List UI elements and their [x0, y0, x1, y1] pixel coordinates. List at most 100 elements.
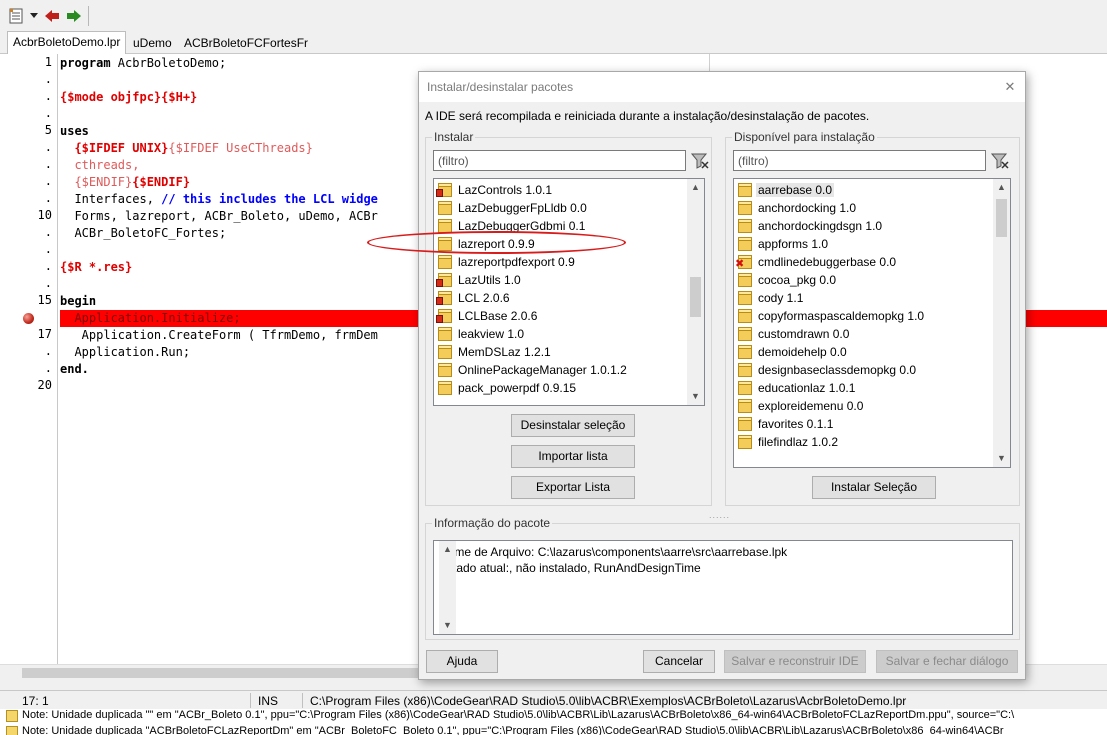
package-item[interactable]: LazUtils 1.0 — [436, 271, 523, 289]
message-line[interactable]: Note: Unidade duplicada "ACBrBoletoFCLaz… — [22, 725, 1004, 735]
code-token: Application.Initialize; — [60, 311, 241, 325]
package-item[interactable]: pack_powerpdf 0.9.15 — [438, 379, 578, 397]
package-item[interactable]: designbaseclassdemopkg 0.0 — [738, 361, 918, 379]
package-name: customdrawn 0.0 — [758, 327, 850, 341]
package-info-label: Informação do pacote — [432, 516, 553, 530]
package-item[interactable]: cocoa_pkg 0.0 — [738, 271, 838, 289]
forward-arrow-icon[interactable] — [66, 7, 82, 25]
editor-tabs: AcbrBoletoDemo.lpr uDemo ACBrBoletoFCFor… — [0, 31, 1107, 55]
document-list-icon[interactable] — [8, 7, 24, 25]
package-item[interactable]: MemDSLaz 1.2.1 — [438, 343, 553, 361]
code-line[interactable]: Application.CreateForm ( TfrmDemo, frmDe… — [60, 327, 378, 344]
uninstall-selection-button[interactable]: Desinstalar seleção — [511, 414, 635, 437]
scrollbar-thumb[interactable] — [690, 277, 701, 317]
back-arrow-icon[interactable] — [44, 7, 60, 25]
tab-acbrboletofcfortesfr[interactable]: ACBrBoletoFCFortesFr — [179, 33, 313, 54]
package-item[interactable]: aarrebase 0.0 — [738, 181, 835, 199]
chevron-down-icon[interactable] — [28, 7, 40, 25]
filter-clear-icon[interactable] — [688, 150, 712, 171]
line-number: . — [44, 259, 52, 273]
scroll-down-icon[interactable]: ▼ — [993, 450, 1010, 467]
package-info-memo[interactable]: Nome de Arquivo: C:\lazarus\components\a… — [433, 540, 1013, 635]
scroll-down-icon[interactable]: ▼ — [687, 388, 704, 405]
available-group-label: Disponível para instalação — [732, 130, 877, 144]
package-item[interactable]: lazreport 0.9.9 — [438, 235, 537, 253]
package-name: anchordocking 1.0 — [758, 201, 857, 215]
scroll-up-icon[interactable]: ▲ — [687, 179, 704, 196]
package-item[interactable]: customdrawn 0.0 — [738, 325, 851, 343]
code-line[interactable]: ACBr_BoletoFC_Fortes; — [60, 225, 226, 242]
code-line[interactable]: Application.Initialize; — [60, 310, 241, 327]
code-line[interactable]: {$mode objfpc}{$H+} — [60, 89, 197, 106]
package-item[interactable]: LazDebuggerGdbmi 0.1 — [438, 217, 587, 235]
package-info-group: Informação do pacote Nome de Arquivo: C:… — [425, 516, 1020, 640]
package-item[interactable]: appforms 1.0 — [738, 235, 830, 253]
package-icon — [738, 399, 753, 413]
package-item[interactable]: ✖ cmdlinedebuggerbase 0.0 — [735, 253, 898, 271]
line-number: . — [44, 276, 52, 290]
package-item[interactable]: OnlinePackageManager 1.0.1.2 — [438, 361, 629, 379]
code-line[interactable]: begin — [60, 293, 96, 310]
code-line[interactable]: cthreads, — [60, 157, 139, 174]
package-item[interactable]: anchordocking 1.0 — [738, 199, 858, 217]
package-item[interactable]: lazreportpdfexport 0.9 — [438, 253, 577, 271]
package-item[interactable]: LCLBase 2.0.6 — [436, 307, 539, 325]
package-item[interactable]: cody 1.1 — [738, 289, 805, 307]
line-number: . — [44, 344, 52, 358]
installed-packages-list[interactable]: pack_powerpdf 0.9.15 OnlinePackageManager… — [433, 178, 705, 406]
install-selection-button[interactable]: Instalar Seleção — [812, 476, 936, 499]
code-line[interactable]: {$R *.res} — [60, 259, 132, 276]
package-item[interactable]: favorites 0.1.1 — [738, 415, 835, 433]
package-item[interactable]: copyformaspascaldemopkg 1.0 — [738, 307, 926, 325]
package-item[interactable]: leakview 1.0 — [438, 325, 526, 343]
scrollbar-thumb[interactable] — [22, 668, 432, 678]
scroll-up-icon[interactable]: ▲ — [993, 179, 1010, 196]
export-list-button[interactable]: Exportar Lista — [511, 476, 635, 499]
code-token: Forms, lazreport, ACBr_Boleto, uDemo, AC… — [60, 209, 378, 223]
install-packages-dialog: Instalar/desinstalar pacotes ✕ A IDE ser… — [418, 71, 1026, 680]
package-item[interactable]: LCL 2.0.6 — [436, 289, 512, 307]
import-list-button[interactable]: Importar lista — [511, 445, 635, 468]
code-line[interactable]: {$IFDEF UNIX}{$IFDEF UseCThreads} — [60, 140, 312, 157]
save-rebuild-button[interactable]: Salvar e reconstruir IDE — [724, 650, 866, 673]
close-icon[interactable]: ✕ — [995, 72, 1025, 102]
package-name: cody 1.1 — [758, 291, 804, 305]
splitter-handle[interactable]: ...... — [709, 510, 730, 520]
package-icon — [738, 381, 753, 395]
scroll-up-icon[interactable]: ▲ — [439, 541, 456, 558]
tab-udemo[interactable]: uDemo — [128, 33, 177, 54]
code-line[interactable]: end. — [60, 361, 89, 378]
scrollbar-thumb[interactable] — [996, 199, 1007, 237]
package-icon — [738, 417, 753, 431]
package-item[interactable]: LazDebuggerFpLldb 0.0 — [438, 199, 589, 217]
package-item[interactable]: LazControls 1.0.1 — [436, 181, 554, 199]
cancel-button[interactable]: Cancelar — [643, 650, 715, 673]
tab-acbrboletodemo[interactable]: AcbrBoletoDemo.lpr — [7, 31, 127, 55]
code-line[interactable]: program AcbrBoletoDemo; — [60, 55, 226, 72]
message-line[interactable]: Note: Unidade duplicada "" em "ACBr_Bole… — [22, 709, 1014, 724]
package-icon — [738, 345, 753, 359]
scroll-down-icon[interactable]: ▼ — [439, 617, 456, 634]
save-close-button[interactable]: Salvar e fechar diálogo — [876, 650, 1018, 673]
available-packages-list[interactable]: filefindlaz 1.0.2 favorites 0.1.1 explorei… — [733, 178, 1011, 468]
code-line[interactable]: Forms, lazreport, ACBr_Boleto, uDemo, AC… — [60, 208, 378, 225]
list-scrollbar[interactable]: ▲ ▼ — [687, 179, 704, 405]
breakpoint-icon[interactable] — [23, 313, 34, 324]
package-name: lazreport 0.9.9 — [458, 237, 535, 251]
package-item[interactable]: filefindlaz 1.0.2 — [738, 433, 840, 451]
line-number: . — [44, 140, 52, 154]
package-item[interactable]: anchordockingdsgn 1.0 — [738, 217, 884, 235]
code-line[interactable]: Application.Run; — [60, 344, 190, 361]
package-item[interactable]: exploreidemenu 0.0 — [738, 397, 865, 415]
help-button[interactable]: Ajuda — [426, 650, 498, 673]
code-line[interactable]: uses — [60, 123, 89, 140]
list-scrollbar[interactable]: ▲ ▼ — [993, 179, 1010, 467]
filter-clear-icon[interactable] — [988, 150, 1012, 171]
install-filter-input[interactable]: (filtro) — [433, 150, 686, 171]
package-item[interactable]: demoidehelp 0.0 — [738, 343, 849, 361]
code-line[interactable]: Interfaces, // this includes the LCL wid… — [60, 191, 377, 208]
package-item[interactable]: educationlaz 1.0.1 — [738, 379, 857, 397]
available-filter-input[interactable]: (filtro) — [733, 150, 986, 171]
memo-scrollbar[interactable]: ▲ ▼ — [439, 541, 456, 634]
code-line[interactable]: {$ENDIF}{$ENDIF} — [60, 174, 190, 191]
